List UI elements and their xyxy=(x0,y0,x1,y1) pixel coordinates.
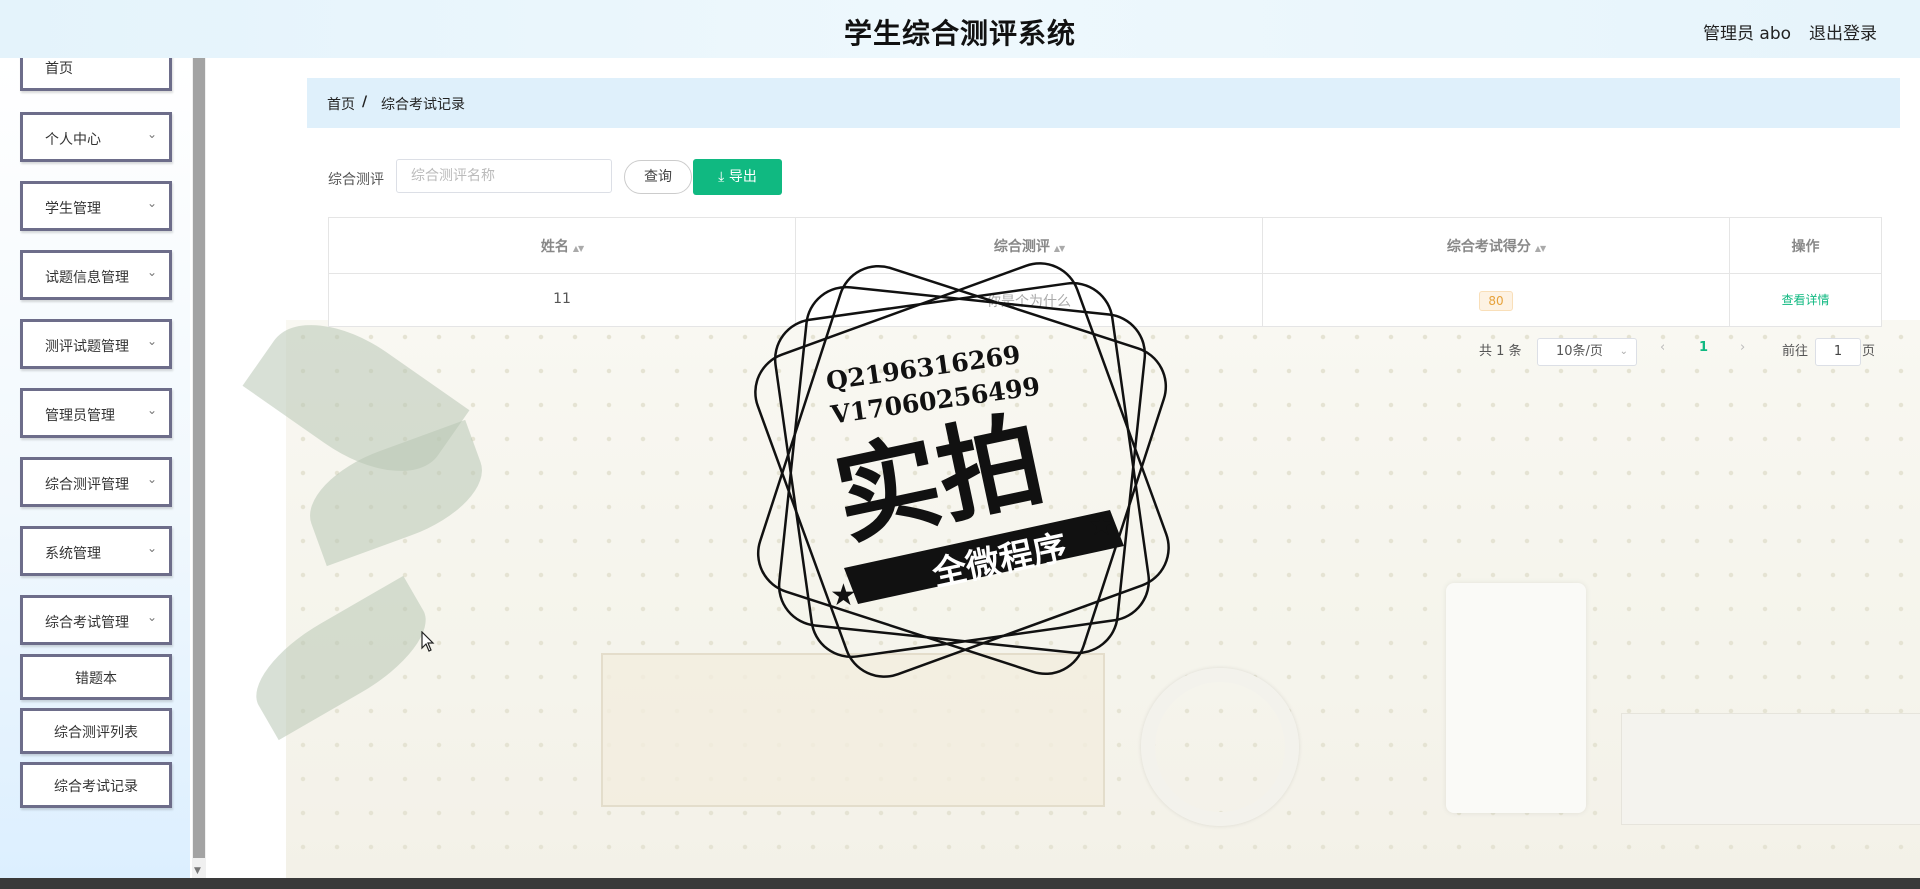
bottom-taskbar-strip xyxy=(0,878,1920,889)
photo-cylinder-decoration xyxy=(1446,583,1586,813)
watermark-stamp: Q2196316269 V17060256499 实拍 全微程序 ★ ★ xyxy=(754,262,1170,678)
sidebar-subitem-eval-list[interactable]: 综合测评列表 xyxy=(20,708,172,754)
sidebar: 首页 个人中心 ⌄ 学生管理 ⌄ 试题信息管理 ⌄ 测评试题管理 ⌄ 管理员管理… xyxy=(0,58,190,878)
sidebar-item-label: 管理员管理 xyxy=(45,408,115,424)
sidebar-item-home[interactable]: 首页 xyxy=(20,58,172,91)
chevron-down-icon: ⌄ xyxy=(146,541,157,555)
sidebar-subitem-wrong-questions[interactable]: 错题本 xyxy=(20,654,172,700)
sidebar-item-exam-management[interactable]: 综合考试管理 ⌄ xyxy=(20,595,172,645)
sidebar-item-label: 试题信息管理 xyxy=(45,270,129,286)
admin-user-label: 管理员 abo xyxy=(1703,24,1792,44)
table-cell-name: 11 xyxy=(329,274,796,326)
sidebar-item-student-management[interactable]: 学生管理 ⌄ xyxy=(20,181,172,231)
chevron-down-icon: ⌄ xyxy=(146,472,157,486)
breadcrumb-current: 综合考试记录 xyxy=(381,97,465,113)
sidebar-subitem-exam-records[interactable]: 综合考试记录 xyxy=(20,762,172,808)
sidebar-item-personal-center[interactable]: 个人中心 ⌄ xyxy=(20,112,172,162)
breadcrumb: 首页 / 综合考试记录 xyxy=(307,78,1900,128)
scrollbar-thumb[interactable] xyxy=(193,58,205,858)
star-icon: ★ xyxy=(830,578,857,613)
query-button[interactable]: 查询 xyxy=(624,160,692,194)
assessment-name-input[interactable] xyxy=(396,159,612,193)
sidebar-item-label: 综合测评管理 xyxy=(45,477,129,493)
chevron-down-icon: ⌄ xyxy=(146,127,157,141)
sidebar-item-system-management[interactable]: 系统管理 ⌄ xyxy=(20,526,172,576)
sidebar-item-question-info[interactable]: 试题信息管理 ⌄ xyxy=(20,250,172,300)
sidebar-scrollbar[interactable]: ▼ xyxy=(192,58,206,878)
next-page-icon[interactable]: › xyxy=(1740,340,1745,355)
chevron-down-icon: ⌄ xyxy=(146,610,157,624)
chevron-down-icon: ⌄ xyxy=(1619,346,1628,357)
assessment-filter-label: 综合测评 xyxy=(328,172,384,188)
cell-text: 11 xyxy=(553,291,571,307)
sidebar-subitem-label: 综合测评列表 xyxy=(54,725,138,741)
sidebar-item-label: 测评试题管理 xyxy=(45,339,129,355)
score-tag: 80 xyxy=(1479,291,1513,311)
column-header-score[interactable]: 综合考试得分 ▲▼ xyxy=(1263,218,1730,274)
mouse-cursor-icon xyxy=(421,631,435,652)
goto-page-input[interactable]: 1 xyxy=(1815,338,1861,366)
app-title: 学生综合测评系统 xyxy=(843,17,1076,50)
sort-icon[interactable]: ▲▼ xyxy=(1054,244,1065,253)
page-size-value: 10条/页 xyxy=(1556,344,1603,359)
column-header-label: 综合测评 xyxy=(993,239,1050,255)
chevron-down-icon: ⌄ xyxy=(146,265,157,279)
view-details-link[interactable]: 查看详情 xyxy=(1781,293,1829,307)
sort-icon[interactable]: ▲▼ xyxy=(1535,244,1546,253)
table-cell-action: 查看详情 xyxy=(1730,274,1881,326)
sidebar-item-label: 首页 xyxy=(45,61,73,77)
export-button-label: 导出 xyxy=(728,169,757,185)
page-size-select[interactable]: 10条/页 ⌄ xyxy=(1537,338,1637,366)
current-page-number[interactable]: 1 xyxy=(1699,340,1708,355)
breadcrumb-home[interactable]: 首页 xyxy=(327,94,355,114)
goto-suffix: 页 xyxy=(1862,344,1876,359)
photo-tape-decoration xyxy=(1141,668,1299,826)
column-header-label: 操作 xyxy=(1791,239,1820,255)
sidebar-item-label: 个人中心 xyxy=(45,132,101,148)
sidebar-subitem-label: 错题本 xyxy=(75,671,117,687)
chevron-down-icon: ⌄ xyxy=(146,334,157,348)
table-cell-score: 80 xyxy=(1263,274,1730,326)
sidebar-item-label: 系统管理 xyxy=(45,546,101,562)
sidebar-item-eval-management[interactable]: 综合测评管理 ⌄ xyxy=(20,457,172,507)
sidebar-item-eval-questions[interactable]: 测评试题管理 ⌄ xyxy=(20,319,172,369)
column-header-label: 姓名 xyxy=(540,239,569,255)
goto-prefix: 前往 xyxy=(1782,344,1809,359)
column-header-action: 操作 xyxy=(1730,218,1881,274)
logout-link[interactable]: 退出登录 xyxy=(1809,19,1877,44)
pagination-total: 共 1 条 xyxy=(1479,344,1522,359)
chevron-down-icon: ⌄ xyxy=(146,403,157,417)
scroll-down-arrow-icon[interactable]: ▼ xyxy=(194,866,201,876)
sidebar-item-admin-management[interactable]: 管理员管理 ⌄ xyxy=(20,388,172,438)
photo-book-decoration xyxy=(1621,713,1920,825)
column-header-name[interactable]: 姓名 ▲▼ xyxy=(329,218,796,274)
sidebar-subitem-label: 综合考试记录 xyxy=(54,779,138,795)
sidebar-item-label: 综合考试管理 xyxy=(45,615,129,631)
export-button[interactable]: ⤓ 导出 xyxy=(693,159,782,195)
prev-page-icon[interactable]: ‹ xyxy=(1660,340,1665,355)
chevron-down-icon: ⌄ xyxy=(146,196,157,210)
sidebar-item-label: 学生管理 xyxy=(45,201,101,217)
column-header-label: 综合考试得分 xyxy=(1446,239,1531,255)
download-icon: ⤓ xyxy=(718,169,725,185)
breadcrumb-separator: / xyxy=(362,94,368,110)
star-icon: ★ xyxy=(1088,508,1115,543)
sort-icon[interactable]: ▲▼ xyxy=(573,244,584,253)
top-header: 学生综合测评系统 管理员 abo 退出登录 xyxy=(0,0,1920,58)
